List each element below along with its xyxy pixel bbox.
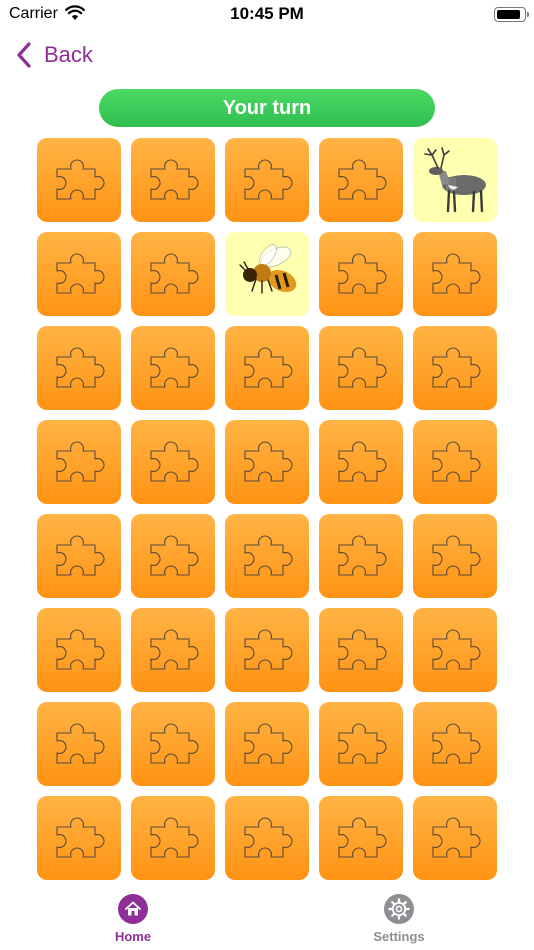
puzzle-piece-icon bbox=[432, 817, 481, 858]
puzzle-piece-icon bbox=[56, 159, 105, 200]
card-tile[interactable] bbox=[37, 420, 121, 504]
puzzle-piece-icon bbox=[150, 817, 199, 858]
card-tile[interactable] bbox=[413, 326, 497, 410]
turn-banner-label: Your turn bbox=[222, 96, 312, 119]
puzzle-piece-icon bbox=[150, 159, 199, 200]
puzzle-piece-icon bbox=[338, 347, 387, 388]
tab-home[interactable]: Home bbox=[93, 894, 173, 944]
puzzle-piece-icon bbox=[56, 723, 105, 764]
puzzle-piece-icon bbox=[338, 441, 387, 482]
reindeer-image bbox=[424, 147, 486, 213]
puzzle-piece-icon bbox=[244, 629, 293, 670]
card-tile[interactable] bbox=[131, 420, 215, 504]
puzzle-piece-icon bbox=[244, 441, 293, 482]
card-tile-revealed[interactable] bbox=[225, 232, 309, 316]
puzzle-piece-icon bbox=[432, 723, 481, 764]
card-tile[interactable] bbox=[413, 796, 497, 880]
tab-settings[interactable]: Settings bbox=[359, 894, 439, 944]
card-tile[interactable] bbox=[225, 796, 309, 880]
card-tile[interactable] bbox=[37, 514, 121, 598]
card-tile[interactable] bbox=[131, 232, 215, 316]
card-tile[interactable] bbox=[37, 702, 121, 786]
card-tile[interactable] bbox=[225, 702, 309, 786]
puzzle-piece-icon bbox=[56, 253, 105, 294]
card-tile[interactable] bbox=[37, 608, 121, 692]
status-bar: Carrier 10:45 PM bbox=[0, 0, 534, 30]
card-tile[interactable] bbox=[319, 796, 403, 880]
card-tile[interactable] bbox=[131, 514, 215, 598]
puzzle-piece-icon bbox=[338, 817, 387, 858]
tab-settings-label: Settings bbox=[373, 929, 425, 944]
puzzle-piece-icon bbox=[244, 723, 293, 764]
puzzle-piece-icon bbox=[338, 159, 387, 200]
card-tile[interactable] bbox=[225, 138, 309, 222]
puzzle-piece-icon bbox=[56, 347, 105, 388]
card-tile[interactable] bbox=[319, 138, 403, 222]
card-tile[interactable] bbox=[319, 232, 403, 316]
clock: 10:45 PM bbox=[230, 4, 304, 23]
card-tile[interactable] bbox=[131, 702, 215, 786]
puzzle-piece-icon bbox=[150, 629, 199, 670]
puzzle-piece-icon bbox=[338, 629, 387, 670]
house-icon bbox=[118, 894, 148, 924]
puzzle-piece-icon bbox=[244, 535, 293, 576]
card-tile[interactable] bbox=[413, 608, 497, 692]
card-tile[interactable] bbox=[319, 608, 403, 692]
puzzle-piece-icon bbox=[432, 629, 481, 670]
puzzle-piece-icon bbox=[150, 535, 199, 576]
turn-banner: Your turn bbox=[99, 89, 435, 127]
card-tile[interactable] bbox=[225, 608, 309, 692]
tab-bar: Home Settings bbox=[0, 890, 534, 950]
puzzle-piece-icon bbox=[244, 347, 293, 388]
puzzle-piece-icon bbox=[150, 253, 199, 294]
puzzle-piece-icon bbox=[338, 253, 387, 294]
bee-image bbox=[239, 244, 297, 294]
puzzle-piece-icon bbox=[150, 347, 199, 388]
card-tile[interactable] bbox=[225, 514, 309, 598]
card-tile[interactable] bbox=[131, 326, 215, 410]
puzzle-piece-icon bbox=[432, 253, 481, 294]
card-tile[interactable] bbox=[37, 796, 121, 880]
card-tile[interactable] bbox=[413, 514, 497, 598]
card-tile[interactable] bbox=[413, 232, 497, 316]
puzzle-piece-icon bbox=[56, 535, 105, 576]
puzzle-piece-icon bbox=[56, 629, 105, 670]
battery-icon bbox=[494, 7, 529, 22]
card-tile[interactable] bbox=[319, 514, 403, 598]
puzzle-piece-icon bbox=[244, 817, 293, 858]
back-button[interactable]: Back bbox=[14, 38, 93, 72]
card-tile[interactable] bbox=[319, 702, 403, 786]
back-label: Back bbox=[44, 42, 93, 67]
card-tile[interactable] bbox=[37, 326, 121, 410]
puzzle-piece-icon bbox=[56, 441, 105, 482]
card-tile[interactable] bbox=[413, 702, 497, 786]
puzzle-piece-icon bbox=[150, 723, 199, 764]
card-tile[interactable] bbox=[37, 232, 121, 316]
card-tile[interactable] bbox=[131, 796, 215, 880]
puzzle-piece-icon bbox=[432, 441, 481, 482]
puzzle-piece-icon bbox=[150, 441, 199, 482]
puzzle-piece-icon bbox=[244, 159, 293, 200]
card-tile[interactable] bbox=[413, 420, 497, 504]
card-tile[interactable] bbox=[131, 608, 215, 692]
puzzle-piece-icon bbox=[338, 723, 387, 764]
card-tile[interactable] bbox=[37, 138, 121, 222]
card-tile-revealed[interactable] bbox=[413, 138, 497, 222]
puzzle-piece-icon bbox=[432, 535, 481, 576]
chevron-left-icon bbox=[17, 42, 31, 68]
tab-home-label: Home bbox=[114, 929, 152, 944]
card-tile[interactable] bbox=[225, 420, 309, 504]
card-tile[interactable] bbox=[319, 420, 403, 504]
card-tile[interactable] bbox=[131, 138, 215, 222]
card-tile[interactable] bbox=[319, 326, 403, 410]
puzzle-piece-icon bbox=[432, 347, 481, 388]
puzzle-piece-icon bbox=[56, 817, 105, 858]
card-tile[interactable] bbox=[225, 326, 309, 410]
puzzle-piece-icon bbox=[338, 535, 387, 576]
gear-icon bbox=[384, 894, 414, 924]
